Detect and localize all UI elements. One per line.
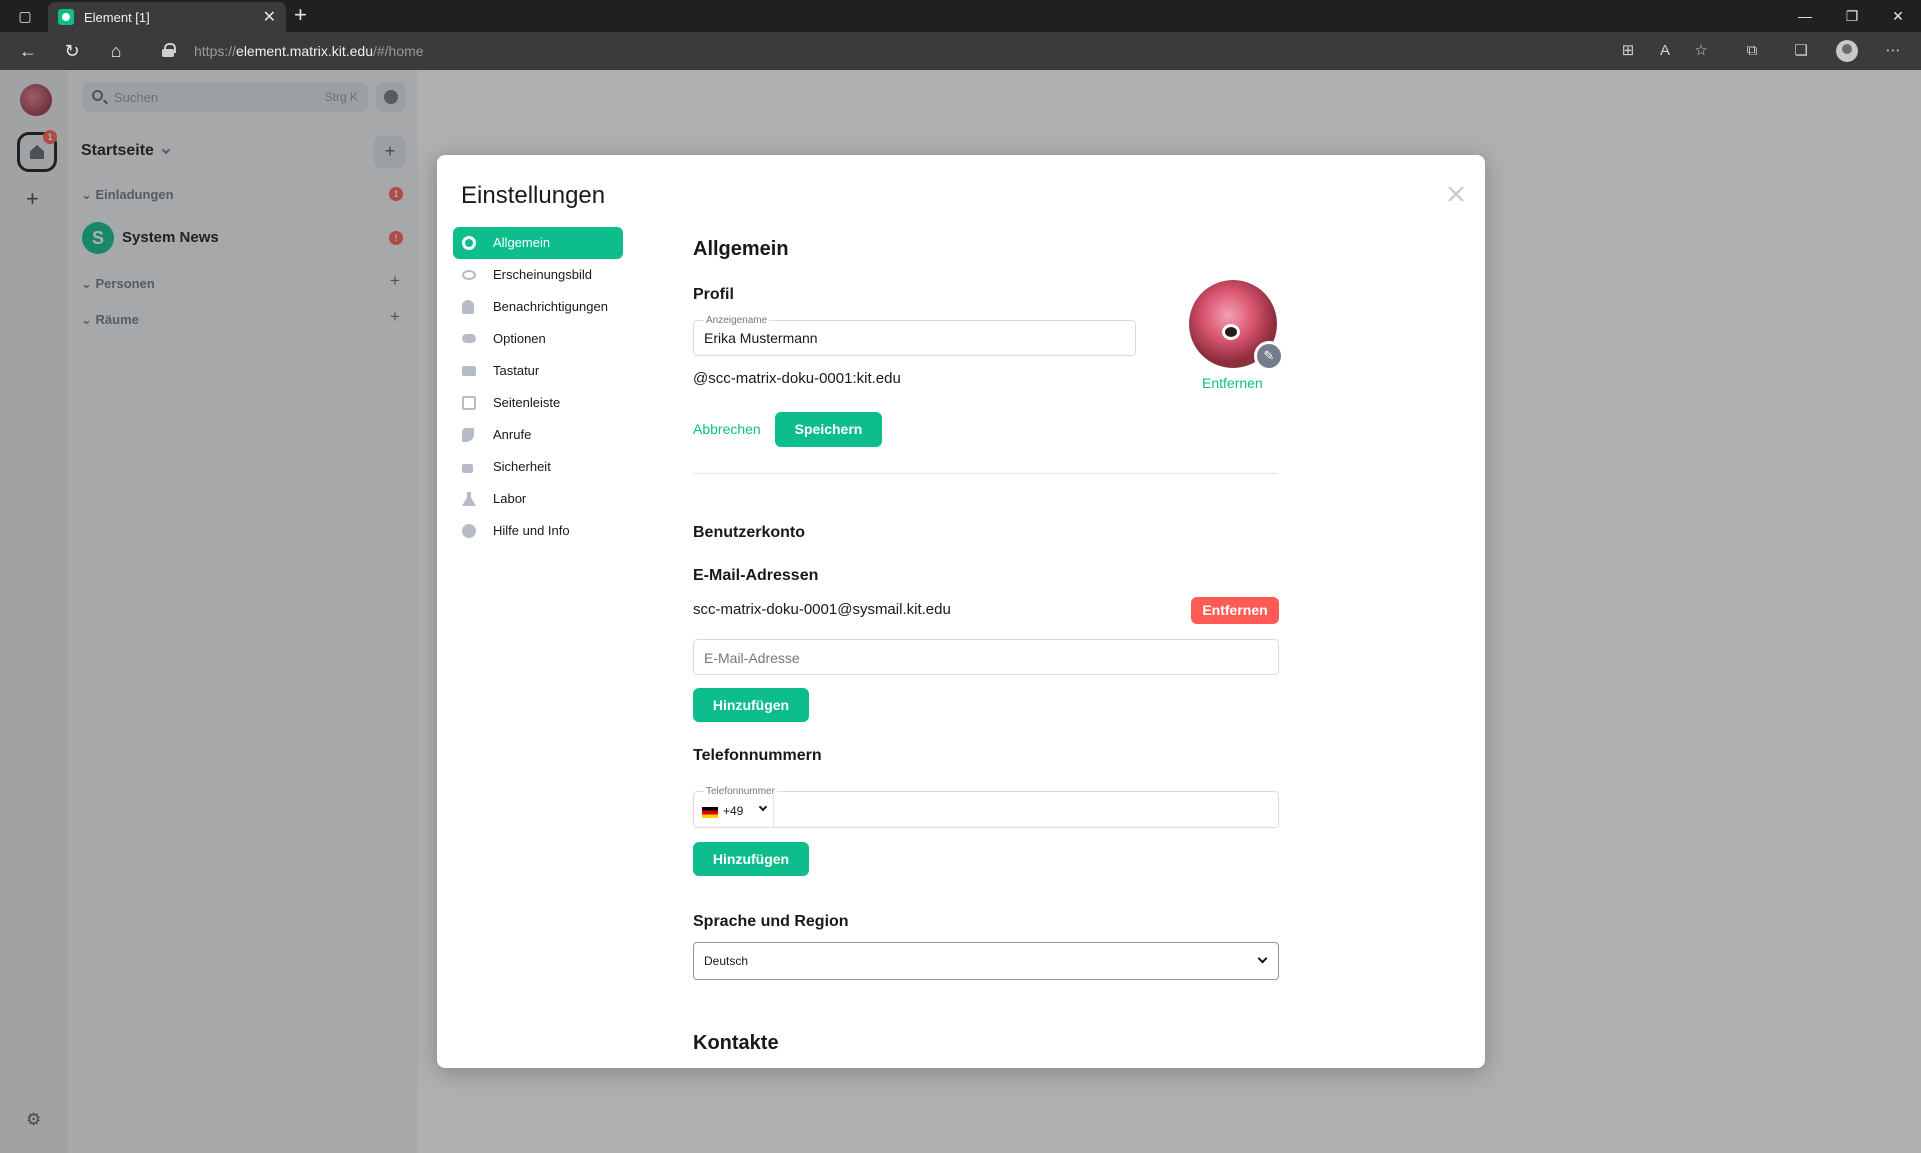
url-scheme: https:// — [194, 43, 237, 59]
extensions-icon[interactable]: ⧉ — [1741, 41, 1763, 61]
general-heading: Allgemein — [693, 238, 789, 260]
url-host: element.matrix.kit.edu — [236, 43, 373, 59]
tab-label: Labor — [493, 491, 527, 506]
tab-labs[interactable]: Labor — [453, 483, 623, 515]
address-bar[interactable]: https://element.matrix.kit.edu/#/home — [194, 43, 424, 59]
back-icon[interactable]: ← — [16, 40, 40, 62]
element-favicon-icon — [58, 9, 74, 25]
language-heading: Sprache und Region — [693, 913, 849, 930]
collections-icon[interactable]: ❏ — [1790, 41, 1812, 61]
flask-icon — [462, 492, 476, 506]
email-heading: E-Mail-Adressen — [693, 567, 819, 584]
email-placeholder: E-Mail-Adresse — [704, 650, 800, 666]
browser-toolbar: ← ↻ ⌂ https://element.matrix.kit.edu/#/h… — [0, 32, 1921, 70]
divider — [693, 473, 1278, 474]
settings-tabs: Allgemein Erscheinungsbild Benachrichtig… — [453, 227, 625, 547]
read-aloud-icon[interactable]: A — [1654, 41, 1676, 61]
window-close-icon[interactable]: ✕ — [1885, 6, 1911, 26]
contacts-heading: Kontakte — [693, 1032, 779, 1054]
phone-input[interactable]: Telefonnummer +49 — [693, 786, 1279, 828]
home-icon[interactable]: ⌂ — [104, 40, 128, 62]
matrix-id: @scc-matrix-doku-0001:kit.edu — [693, 370, 901, 387]
profile-heading: Profil — [693, 286, 734, 303]
edit-avatar-icon[interactable]: ✎ — [1254, 341, 1284, 371]
country-code: +49 — [723, 804, 744, 818]
cancel-button[interactable]: Abbrechen — [693, 421, 761, 437]
restore-icon[interactable]: ❐ — [1839, 6, 1865, 26]
eye-icon — [462, 270, 476, 280]
browser-profile-avatar[interactable] — [1836, 40, 1858, 62]
email-address: scc-matrix-doku-0001@sysmail.kit.edu — [693, 601, 951, 618]
tab-label: Hilfe und Info — [493, 523, 570, 538]
language-selected: Deutsch — [704, 954, 749, 968]
close-tab-icon[interactable]: ✕ — [263, 7, 276, 27]
app-available-icon[interactable]: ⊞ — [1617, 41, 1639, 61]
more-menu-icon[interactable]: ⋯ — [1882, 41, 1904, 61]
tab-sidebar[interactable]: Seitenleiste — [453, 387, 623, 419]
lock-icon[interactable] — [162, 43, 176, 57]
phone-icon — [462, 428, 474, 442]
bell-icon — [462, 300, 474, 314]
chevron-down-icon — [758, 802, 768, 812]
sidebar-icon — [462, 396, 476, 410]
language-select[interactable]: Deutsch — [693, 942, 1279, 980]
dialog-title: Einstellungen — [461, 182, 606, 209]
browser-tab-bar: ▢ Element [1] ✕ + — ❐ ✕ — [0, 0, 1921, 32]
lock-icon — [462, 464, 473, 473]
tab-label: Erscheinungsbild — [493, 267, 593, 282]
add-phone-button[interactable]: Hinzufügen — [693, 842, 809, 876]
tab-options[interactable]: Optionen — [453, 323, 623, 355]
tab-label: Tastatur — [493, 363, 540, 378]
display-name-field[interactable]: Anzeigename Erika Mustermann — [693, 315, 1136, 356]
minimize-icon[interactable]: — — [1792, 6, 1818, 26]
country-code-select[interactable]: +49 — [694, 792, 774, 828]
tab-security[interactable]: Sicherheit — [453, 451, 623, 483]
remove-email-button[interactable]: Entfernen — [1191, 597, 1279, 624]
tab-help[interactable]: Hilfe und Info — [453, 515, 623, 547]
url-path: /#/home — [372, 43, 424, 59]
email-input[interactable]: E-Mail-Adresse — [693, 639, 1279, 675]
add-email-button[interactable]: Hinzufügen — [693, 688, 809, 722]
tab-label: Benachrichtigungen — [493, 299, 608, 314]
tab-label: Allgemein — [493, 235, 551, 250]
display-name-value: Erika Mustermann — [704, 330, 818, 346]
help-icon — [462, 524, 476, 538]
gear-icon — [462, 236, 476, 250]
settings-dialog: Einstellungen Allgemein Erscheinungsbild… — [437, 155, 1485, 1068]
account-heading: Benutzerkonto — [693, 524, 805, 541]
chevron-down-icon — [1257, 953, 1268, 964]
tab-keyboard[interactable]: Tastatur — [453, 355, 623, 387]
tab-label: Sicherheit — [493, 459, 551, 474]
tab-actions-icon[interactable]: ▢ — [12, 6, 38, 26]
keyboard-icon — [462, 366, 476, 376]
tab-notifications[interactable]: Benachrichtigungen — [453, 291, 623, 323]
close-icon[interactable] — [1447, 185, 1465, 203]
save-button[interactable]: Speichern — [775, 412, 882, 447]
add-favorite-icon[interactable]: ☆ — [1690, 41, 1712, 61]
germany-flag-icon — [702, 807, 718, 818]
display-name-label: Anzeigename — [704, 315, 770, 326]
remove-avatar-link[interactable]: Entfernen — [1202, 375, 1263, 391]
toggle-icon — [462, 334, 476, 343]
avatar-eye — [1222, 324, 1240, 340]
phone-heading: Telefonnummern — [693, 747, 822, 764]
tab-label: Optionen — [493, 331, 546, 346]
tab-general[interactable]: Allgemein — [453, 227, 623, 259]
browser-tab[interactable]: Element [1] ✕ — [48, 2, 286, 32]
tab-calls[interactable]: Anrufe — [453, 419, 623, 451]
tab-title: Element [1] — [84, 10, 150, 25]
reload-icon[interactable]: ↻ — [60, 40, 84, 62]
tab-label: Seitenleiste — [493, 395, 561, 410]
tab-appearance[interactable]: Erscheinungsbild — [453, 259, 623, 291]
tab-label: Anrufe — [493, 427, 532, 442]
new-tab-icon[interactable]: + — [294, 3, 307, 27]
